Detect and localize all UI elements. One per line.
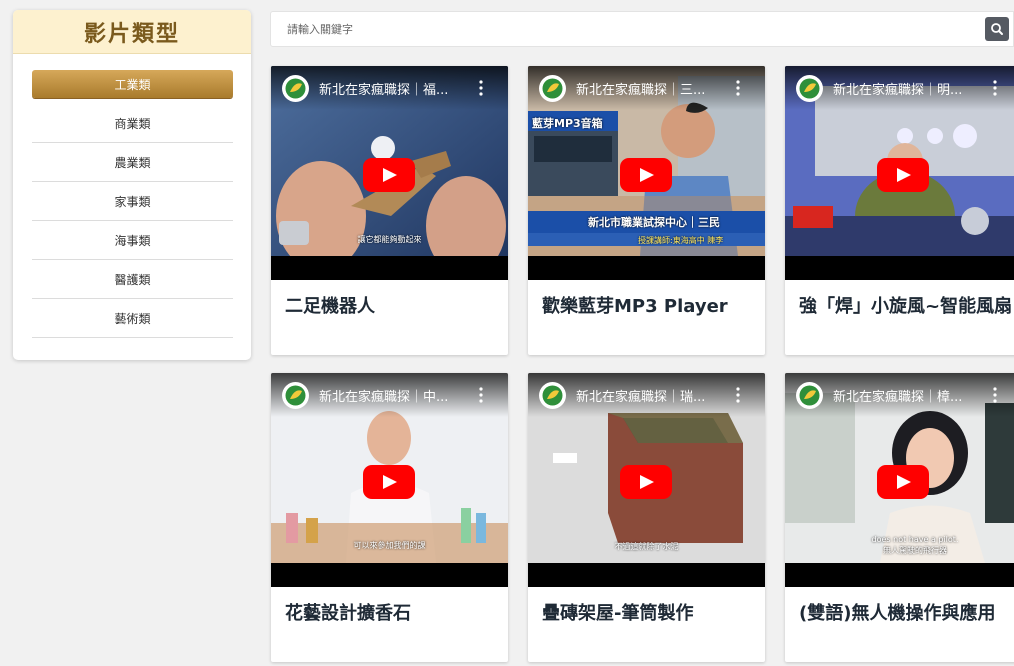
- video-player[interactable]: 新北在家瘋職探｜福... 讓它都能夠動起來: [271, 66, 508, 280]
- more-options-icon[interactable]: [990, 79, 1000, 97]
- video-card[interactable]: 新北在家瘋職探｜中... 可以來參加我們的課 花藝設計擴香石: [271, 373, 508, 662]
- youtube-video-title[interactable]: 新北在家瘋職探｜樟...: [833, 386, 993, 405]
- video-caption-secondary: 無人駕駛的飛行器: [883, 546, 947, 555]
- more-options-icon[interactable]: [733, 79, 743, 97]
- video-title[interactable]: 歡樂藍芽MP3 Player: [542, 294, 757, 319]
- category-item-commerce[interactable]: 商業類: [32, 104, 233, 143]
- play-icon: [363, 158, 415, 192]
- video-overlay-subtitle: 授課講師:東海高中 陳李: [638, 236, 724, 245]
- video-card[interactable]: 藍芽MP3音箱 新北市職業試探中心｜三民 授課講師:東海高中 陳李 新北在家瘋職…: [528, 66, 765, 355]
- channel-logo-icon: [796, 382, 823, 409]
- channel-logo-icon: [282, 75, 309, 102]
- video-caption: 讓它都能夠動起來: [357, 235, 422, 244]
- video-player[interactable]: 藍芽MP3音箱 新北市職業試探中心｜三民 授課講師:東海高中 陳李 新北在家瘋職…: [528, 66, 765, 280]
- play-icon: [877, 158, 929, 192]
- video-overlay-banner: 新北市職業試探中心｜三民: [588, 216, 720, 229]
- more-options-icon[interactable]: [990, 386, 1000, 404]
- category-item-agriculture[interactable]: 農業類: [32, 143, 233, 182]
- channel-logo-icon: [539, 75, 566, 102]
- channel-logo-icon: [796, 75, 823, 102]
- video-card[interactable]: 新北在家瘋職探｜樟... does not have a pilot. 無人駕駛…: [785, 373, 1014, 662]
- search-icon: [991, 23, 1003, 35]
- youtube-video-title[interactable]: 新北在家瘋職探｜中...: [319, 386, 479, 405]
- play-icon: [877, 465, 929, 499]
- video-player[interactable]: 新北在家瘋職探｜瑞... 不過這就除了水泥: [528, 373, 765, 587]
- category-item-nursing[interactable]: 醫護類: [32, 260, 233, 299]
- play-button[interactable]: [620, 465, 672, 499]
- youtube-video-title[interactable]: 新北在家瘋職探｜明...: [833, 79, 993, 98]
- search-input[interactable]: [271, 12, 971, 46]
- category-item-industry[interactable]: 工業類: [32, 70, 233, 98]
- more-options-icon[interactable]: [476, 386, 486, 404]
- sidebar-title: 影片類型: [13, 10, 251, 54]
- youtube-video-title[interactable]: 新北在家瘋職探｜瑞...: [576, 386, 736, 405]
- video-card[interactable]: 新北在家瘋職探｜瑞... 不過這就除了水泥 疊磚架屋-筆筒製作: [528, 373, 765, 662]
- category-sidebar: 影片類型 工業類 商業類 農業類 家事類 海事類 醫護類 藝術類: [13, 10, 251, 360]
- category-list: 工業類 商業類 農業類 家事類 海事類 醫護類 藝術類: [13, 70, 251, 338]
- video-caption: 可以來參加我們的課: [353, 541, 426, 550]
- video-title[interactable]: (雙語)無人機操作與應用: [799, 601, 1014, 626]
- more-options-icon[interactable]: [733, 386, 743, 404]
- play-icon: [620, 465, 672, 499]
- video-player[interactable]: 新北在家瘋職探｜中... 可以來參加我們的課: [271, 373, 508, 587]
- play-icon: [620, 158, 672, 192]
- video-player[interactable]: 新北在家瘋職探｜樟... does not have a pilot. 無人駕駛…: [785, 373, 1014, 587]
- video-card[interactable]: 新北在家瘋職探｜明... 強「焊」小旋風~智能風扇: [785, 66, 1014, 355]
- play-button[interactable]: [363, 158, 415, 192]
- video-title[interactable]: 二足機器人: [285, 294, 500, 319]
- category-item-arts[interactable]: 藝術類: [32, 299, 233, 338]
- play-button[interactable]: [363, 465, 415, 499]
- video-card[interactable]: 新北在家瘋職探｜福... 讓它都能夠動起來 二足機器人: [271, 66, 508, 355]
- youtube-video-title[interactable]: 新北在家瘋職探｜三...: [576, 79, 736, 98]
- category-item-maritime[interactable]: 海事類: [32, 221, 233, 260]
- video-overlay-title: 藍芽MP3音箱: [532, 117, 603, 130]
- video-caption: 不過這就除了水泥: [614, 542, 679, 551]
- play-button[interactable]: [620, 158, 672, 192]
- play-icon: [363, 465, 415, 499]
- search-bar: [270, 11, 1014, 47]
- video-title[interactable]: 花藝設計擴香石: [285, 601, 500, 626]
- category-item-home-economics[interactable]: 家事類: [32, 182, 233, 221]
- more-options-icon[interactable]: [476, 79, 486, 97]
- video-caption: does not have a pilot.: [871, 535, 959, 544]
- channel-logo-icon: [539, 382, 566, 409]
- channel-logo-icon: [282, 382, 309, 409]
- youtube-video-title[interactable]: 新北在家瘋職探｜福...: [319, 79, 479, 98]
- video-title[interactable]: 強「焊」小旋風~智能風扇: [799, 294, 1014, 319]
- play-button[interactable]: [877, 158, 929, 192]
- search-button[interactable]: [985, 17, 1009, 41]
- video-player[interactable]: 新北在家瘋職探｜明...: [785, 66, 1014, 280]
- play-button[interactable]: [877, 465, 929, 499]
- video-title[interactable]: 疊磚架屋-筆筒製作: [542, 601, 757, 626]
